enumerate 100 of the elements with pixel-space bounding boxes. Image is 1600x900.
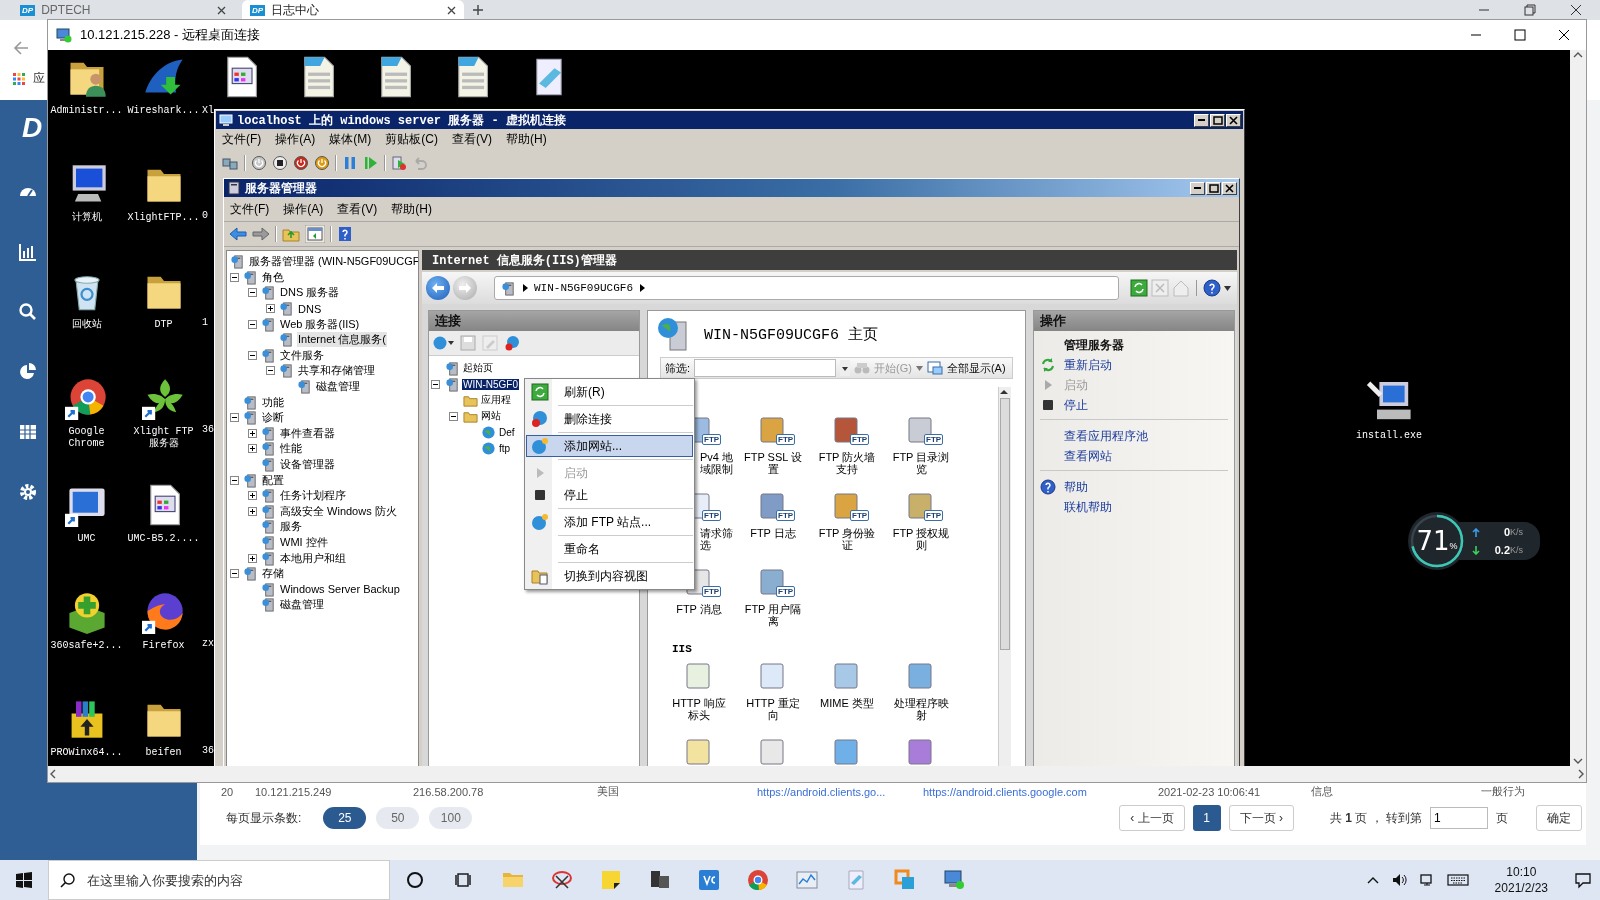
action-link[interactable]: 帮助	[1064, 478, 1088, 496]
caret-down-icon[interactable]	[1224, 285, 1231, 291]
menu-item[interactable]: 停止	[526, 484, 693, 506]
expand-icon[interactable]	[266, 304, 275, 314]
back-arrow-icon[interactable]	[229, 226, 247, 242]
collapse-icon[interactable]	[449, 411, 458, 421]
feature-label[interactable]: 处理程序映射	[891, 697, 951, 721]
collapse-icon[interactable]	[230, 413, 239, 423]
menu-item[interactable]: 帮助(H)	[391, 200, 432, 218]
desktop-icon-label[interactable]: Firefox	[142, 640, 185, 652]
feature-label[interactable]: HTTP 响应标头	[669, 697, 729, 721]
feature-label[interactable]: FTP 目录浏览	[891, 451, 951, 475]
tree-item[interactable]: 共享和存储管理	[297, 363, 376, 379]
tree-item[interactable]: 磁盘管理	[279, 597, 325, 613]
maximize-icon[interactable]	[1514, 29, 1526, 41]
tree-item[interactable]: 网站	[480, 409, 502, 423]
menu-item[interactable]: 文件(F)	[222, 130, 262, 148]
menu-item[interactable]: 添加 FTP 站点...	[526, 511, 693, 533]
browser-tab[interactable]: DP 日志中心	[242, 0, 464, 20]
tree-item[interactable]: 服务	[279, 519, 303, 535]
connect-globe-icon[interactable]	[432, 335, 454, 351]
pane-toggle-icon[interactable]	[305, 225, 325, 243]
close-icon[interactable]	[1558, 29, 1570, 41]
tree-item[interactable]: Web 服务器(IIS)	[279, 316, 361, 332]
minimize-button[interactable]	[1190, 181, 1205, 195]
scroll-left-icon[interactable]	[48, 769, 58, 779]
dropdown-icon[interactable]	[840, 360, 851, 376]
refresh-icon[interactable]	[1130, 279, 1148, 297]
action-link[interactable]: 联机帮助	[1064, 498, 1112, 516]
menu-item[interactable]: 查看(V)	[452, 130, 492, 148]
desktop-icon-label[interactable]: 36	[202, 745, 214, 757]
menu-item[interactable]: 帮助(H)	[506, 130, 547, 148]
notification-icon[interactable]	[1574, 871, 1592, 889]
desktop-icon-label[interactable]: 0	[202, 210, 208, 222]
tree-item[interactable]: 事件查看器	[279, 425, 336, 441]
apps-grid-icon[interactable]	[13, 72, 25, 85]
desktop-icon-label[interactable]: 计算机	[71, 212, 102, 224]
close-icon[interactable]	[217, 5, 226, 15]
pause-icon[interactable]	[342, 154, 358, 171]
search-icon[interactable]	[18, 302, 38, 322]
task-view-icon[interactable]	[454, 871, 473, 889]
browser-tab[interactable]: DP DPTECH	[12, 0, 234, 20]
desktop-icon-label[interactable]: 36	[202, 424, 214, 436]
chart-window-icon[interactable]	[794, 868, 819, 892]
bar-chart-icon[interactable]	[18, 242, 38, 262]
page-size-option[interactable]: 100	[429, 807, 473, 829]
desktop-icon-label[interactable]: 360safe+2...	[50, 640, 123, 652]
stop-icon[interactable]	[272, 154, 288, 171]
desktop-icon-label[interactable]: Wireshark...	[127, 105, 200, 117]
expand-icon[interactable]	[248, 506, 257, 516]
feature-label[interactable]: FTP 用户隔离	[743, 603, 803, 627]
desktop-icon-label[interactable]: beifen	[145, 747, 182, 759]
action-link[interactable]: 查看应用程序池	[1064, 427, 1148, 445]
feature-label[interactable]: 请求筛选	[700, 527, 736, 551]
feature-label[interactable]: FTP 授权规则	[891, 527, 951, 551]
previous-page-button[interactable]: ‹ 上一页	[1119, 805, 1185, 831]
desktop-icon-label[interactable]: Xl	[202, 105, 214, 117]
keyboard-icon[interactable]	[1446, 873, 1469, 887]
tree-item[interactable]: WIN-N5GF0	[462, 378, 519, 390]
feature-label[interactable]: MIME 类型	[817, 697, 877, 709]
close-button[interactable]	[1226, 113, 1241, 127]
maximize-button[interactable]	[1210, 113, 1225, 127]
feature-label[interactable]: Pv4 地域限制	[700, 451, 736, 475]
desktop-icon-label[interactable]: install.exe	[1356, 430, 1422, 442]
help-icon[interactable]	[1203, 279, 1221, 297]
tree-item[interactable]: Windows Server Backup	[279, 583, 401, 596]
back-arrow-icon[interactable]	[13, 40, 29, 56]
bookmark-label[interactable]: 应	[33, 70, 45, 87]
scroll-down-icon[interactable]	[1573, 756, 1583, 766]
page-input[interactable]: 1	[1430, 807, 1488, 829]
restore-icon[interactable]	[1524, 4, 1536, 16]
forward-arrow-icon[interactable]	[252, 226, 270, 242]
scroll-right-icon[interactable]	[1576, 769, 1586, 779]
circle-logo-icon[interactable]	[745, 868, 770, 892]
feature-label[interactable]: FTP 消息	[669, 603, 729, 615]
menu-item[interactable]: 媒体(M)	[329, 130, 372, 148]
tree-item[interactable]: 任务计划程序	[279, 488, 347, 504]
plus-icon[interactable]	[472, 4, 484, 16]
collapse-icon[interactable]	[248, 288, 257, 298]
confirm-button[interactable]: 确定	[1536, 805, 1582, 831]
power-icon[interactable]	[251, 154, 267, 171]
grid-icon[interactable]	[18, 422, 38, 442]
app-tile-icon[interactable]	[696, 868, 721, 892]
collapse-icon[interactable]	[230, 272, 239, 282]
page-number-button[interactable]: 1	[1192, 805, 1221, 831]
menu-item[interactable]: 删除连接	[526, 408, 693, 430]
network-icon[interactable]	[1418, 872, 1435, 888]
table-link[interactable]: https://android.clients.go...	[757, 785, 923, 798]
scrollbar[interactable]	[998, 387, 1011, 766]
tree-item[interactable]: 文件服务	[279, 347, 325, 363]
maximize-button[interactable]	[1206, 181, 1221, 195]
tree-item[interactable]: 设备管理器	[279, 457, 336, 472]
feature-label[interactable]: FTP SSL 设置	[743, 451, 803, 475]
tree-item[interactable]: 应用程	[480, 393, 512, 407]
menu-item[interactable]: 查看(V)	[337, 200, 378, 218]
menu-item[interactable]: 操作(A)	[283, 200, 324, 218]
page-size-option[interactable]: 50	[376, 807, 420, 829]
menu-item[interactable]: 切换到内容视图	[526, 565, 693, 587]
collapse-icon[interactable]	[266, 366, 275, 376]
collapse-icon[interactable]	[230, 569, 239, 579]
